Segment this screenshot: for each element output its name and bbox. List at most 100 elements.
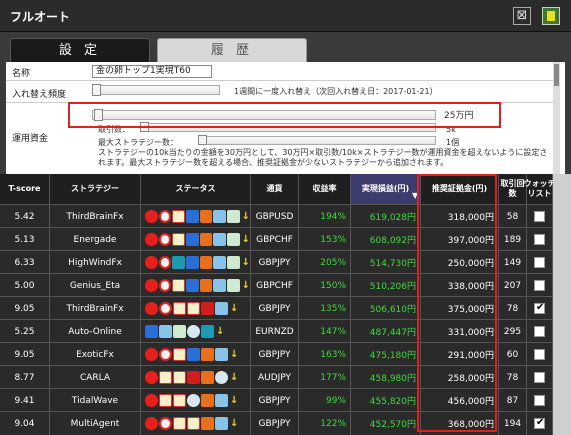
tab-settings[interactable]: 設 定 [10,38,150,62]
cell-strategy[interactable]: Energade [50,228,141,251]
cell-strategy[interactable]: ThirdBrainFx [50,205,141,228]
status-icon [187,302,200,315]
watchlist-checkbox[interactable] [534,302,545,314]
watchlist-checkbox[interactable] [534,234,545,245]
status-icon [199,256,213,269]
cell-strategy[interactable]: MultiAgent [50,412,141,435]
status-icon [145,302,158,315]
cell-status: ↓ [141,366,251,389]
watchlist-checkbox[interactable] [534,349,545,360]
cell-currency: AUDJPY [251,366,299,389]
close-icon[interactable]: ⊠ [513,7,531,25]
capital-highlight [68,102,501,128]
cell-watchlist [527,228,553,251]
status-icon [215,371,228,384]
status-icon [145,348,158,361]
cell-return: 205% [299,251,351,274]
cell-strategy[interactable]: HighWindFx [50,251,141,274]
cell-watchlist [527,389,553,412]
cell-watchlist [527,274,553,297]
status-icon [173,417,186,430]
cell-strategy[interactable]: ThirdBrainFx [50,297,141,320]
cell-strategy[interactable]: CARLA [50,366,141,389]
cell-return: 163% [299,343,351,366]
cell-watchlist [527,251,553,274]
cell-return: 135% [299,297,351,320]
cell-pnl: 510,206円 [351,274,421,297]
cell-trades: 60 [499,343,527,366]
cell-return: 153% [299,228,351,251]
max-strategies-thumb[interactable] [198,135,207,145]
watchlist-checkbox[interactable] [534,257,545,268]
watchlist-checkbox[interactable] [534,395,545,406]
cell-watchlist [527,366,553,389]
cell-currency: GBPJPY [251,251,299,274]
cell-status: ↓ [141,343,251,366]
cell-strategy[interactable]: Genius_Eta [50,274,141,297]
table-scrollbar[interactable] [553,174,571,435]
status-icon [187,394,200,407]
status-icon [187,417,200,430]
status-icon [173,394,186,407]
name-field[interactable]: 金の卵トップ1実現T60 [92,65,212,78]
cell-trades: 87 [499,389,527,412]
status-icon [158,279,172,292]
status-icon [187,325,200,338]
cell-pnl: 608,092円 [351,228,421,251]
col-pnl[interactable]: 実現損益(円) [351,174,421,204]
margin-column-highlight [417,174,497,432]
status-icon [159,394,172,407]
cell-return: 194% [299,205,351,228]
cell-currency: GBPCHF [251,228,299,251]
watchlist-checkbox[interactable] [534,417,545,429]
cell-currency: GBPCHF [251,274,299,297]
cell-trades: 58 [499,205,527,228]
cell-status: ↓ [141,251,251,274]
col-status[interactable]: ステータス [141,174,251,204]
watchlist-checkbox[interactable] [534,326,545,337]
watchlist-checkbox[interactable] [534,211,545,222]
watchlist-checkbox[interactable] [534,372,545,383]
cell-pnl: 506,610円 [351,297,421,320]
status-icon [213,256,226,269]
status-icon [173,348,186,361]
cell-strategy[interactable]: ExoticFx [50,343,141,366]
col-strategy[interactable]: ストラテジー [50,174,141,204]
cell-strategy[interactable]: TidalWave [50,389,141,412]
tab-history[interactable]: 履 歴 [157,38,307,62]
status-icon [199,210,213,223]
status-icon [145,210,158,223]
status-icon [186,256,199,269]
cell-tscore: 5.13 [0,228,50,251]
cell-strategy[interactable]: Auto-Online [50,320,141,343]
cell-currency: GBPUSD [251,205,299,228]
status-icon [145,394,158,407]
col-currency[interactable]: 通貨 [251,174,299,204]
cell-return: 177% [299,366,351,389]
status-icon [187,371,200,384]
col-return[interactable]: 収益率 [299,174,351,204]
status-icon [172,256,186,269]
cell-tscore: 6.33 [0,251,50,274]
status-icon [201,417,214,430]
col-tscore[interactable]: T-score [0,174,50,204]
cell-tscore: 9.05 [0,297,50,320]
status-icon [227,279,240,292]
settings-note: ストラテジーの10k当たりの金額を30万円として、30万円×取引数/10k×スト… [98,148,548,167]
max-strategies-slider[interactable] [198,136,436,145]
cell-pnl: 487,447円 [351,320,421,343]
cell-pnl: 475,180円 [351,343,421,366]
col-watchlist[interactable]: ウォッチ リスト [524,174,556,204]
form-scrollbar[interactable] [553,62,560,174]
watchlist-checkbox[interactable] [534,280,545,291]
cell-trades: 207 [499,274,527,297]
cell-tscore: 8.77 [0,366,50,389]
cell-trades: 78 [499,366,527,389]
cell-pnl: 514,730円 [351,251,421,274]
status-icon [173,325,186,338]
rebalance-slider[interactable] [92,85,220,95]
status-icon [158,210,172,223]
rebalance-slider-thumb[interactable] [92,84,101,96]
rebalance-text: 1週間に一度入れ替え（次回入れ替え日：2017-01-21） [234,87,438,96]
cell-currency: GBPJPY [251,343,299,366]
